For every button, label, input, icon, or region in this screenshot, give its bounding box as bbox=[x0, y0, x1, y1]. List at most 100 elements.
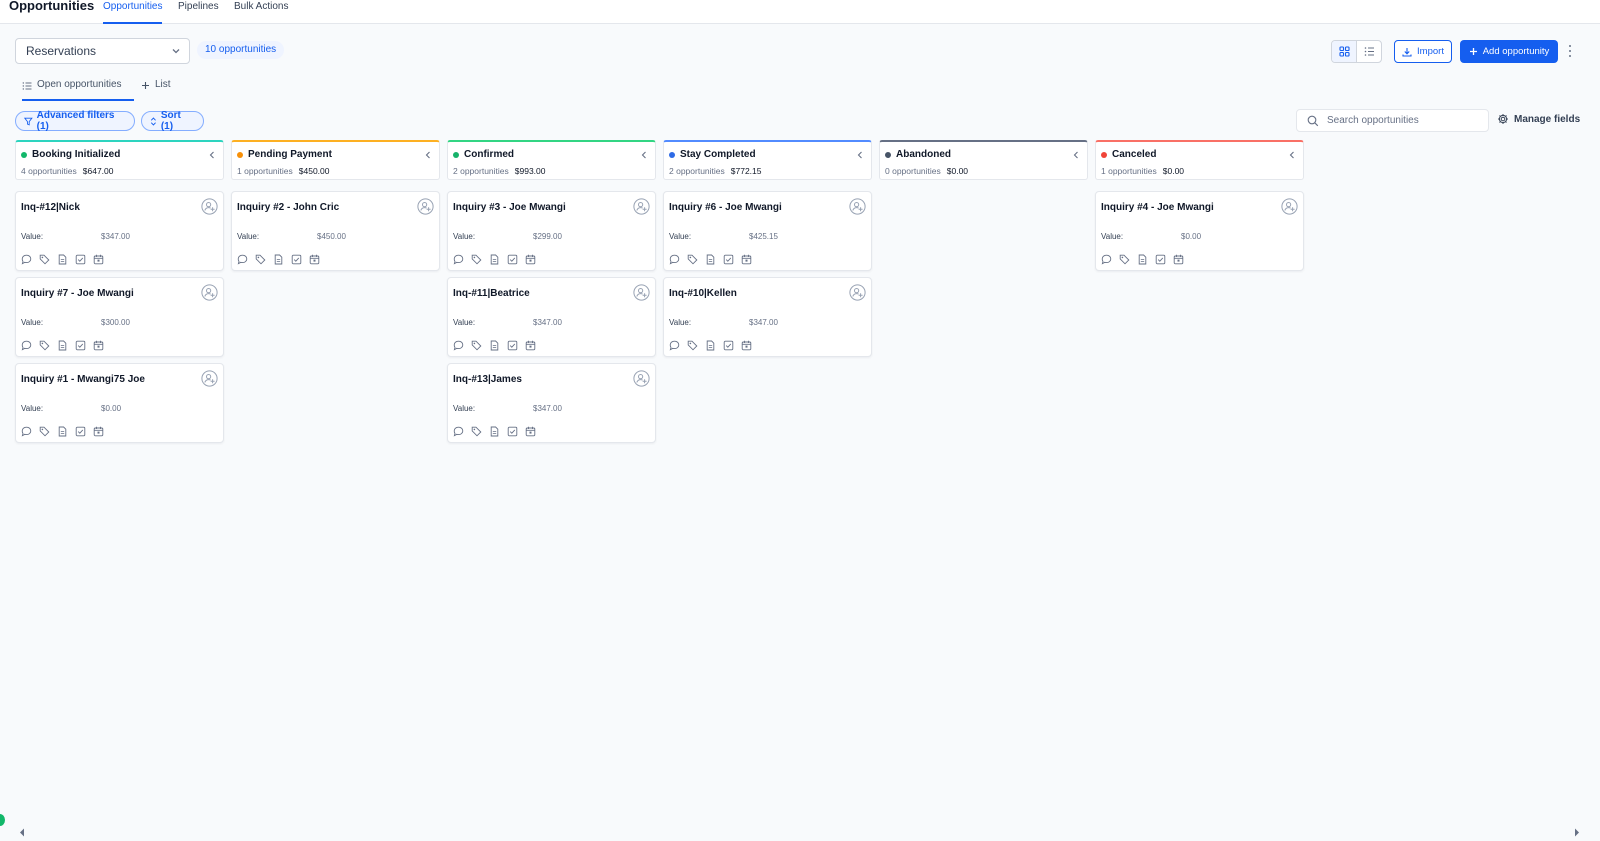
tag-icon[interactable] bbox=[471, 424, 482, 437]
opportunity-title[interactable]: Inquiry #2 - John Cric bbox=[237, 202, 339, 213]
chat-icon[interactable] bbox=[21, 338, 32, 351]
opportunity-title[interactable]: Inquiry #7 - Joe Mwangi bbox=[21, 288, 134, 299]
tab-opportunities[interactable]: Opportunities bbox=[103, 1, 163, 24]
tag-icon[interactable] bbox=[687, 338, 698, 351]
calendar-icon[interactable] bbox=[741, 252, 752, 265]
chat-icon[interactable] bbox=[21, 424, 32, 437]
tag-icon[interactable] bbox=[255, 252, 266, 265]
opportunity-card[interactable]: Inquiry #2 - John Cric Value: $450.00 bbox=[231, 191, 440, 271]
sort-button[interactable]: Sort (1) bbox=[141, 110, 204, 132]
assign-user-icon[interactable] bbox=[201, 284, 218, 301]
document-icon[interactable] bbox=[489, 424, 500, 437]
assign-user-icon[interactable] bbox=[201, 198, 218, 215]
opportunity-card[interactable]: Inquiry #7 - Joe Mwangi Value: $300.00 bbox=[15, 277, 224, 357]
opportunity-card[interactable]: Inq-#10|Kellen Value: $347.00 bbox=[663, 277, 872, 357]
tab-pipelines[interactable]: Pipelines bbox=[178, 1, 219, 24]
opportunity-card[interactable]: Inquiry #3 - Joe Mwangi Value: $299.00 bbox=[447, 191, 656, 271]
pipeline-select[interactable]: Reservations bbox=[15, 38, 190, 64]
assign-user-icon[interactable] bbox=[849, 284, 866, 301]
search-opportunities-input[interactable]: Search opportunities bbox=[1296, 109, 1489, 132]
chat-icon[interactable] bbox=[1101, 252, 1112, 265]
calendar-icon[interactable] bbox=[309, 252, 320, 265]
opportunity-title[interactable]: Inquiry #3 - Joe Mwangi bbox=[453, 202, 566, 213]
assign-user-icon[interactable] bbox=[201, 370, 218, 387]
assign-user-icon[interactable] bbox=[1281, 198, 1298, 215]
calendar-icon[interactable] bbox=[93, 252, 104, 265]
document-icon[interactable] bbox=[489, 252, 500, 265]
calendar-icon[interactable] bbox=[1173, 252, 1184, 265]
opportunity-title[interactable]: Inq-#10|Kellen bbox=[669, 288, 737, 299]
document-icon[interactable] bbox=[273, 252, 284, 265]
calendar-icon[interactable] bbox=[93, 424, 104, 437]
subtab-open-opportunities[interactable]: Open opportunities bbox=[22, 79, 134, 101]
list-view-button[interactable] bbox=[1356, 41, 1381, 62]
opportunity-title[interactable]: Inquiry #1 - Mwangi75 Joe bbox=[21, 374, 145, 385]
opportunity-title[interactable]: Inq-#12|Nick bbox=[21, 202, 80, 213]
task-icon[interactable] bbox=[723, 338, 734, 351]
opportunity-card[interactable]: Inquiry #1 - Mwangi75 Joe Value: $0.00 bbox=[15, 363, 224, 443]
document-icon[interactable] bbox=[705, 338, 716, 351]
board-view-button[interactable] bbox=[1332, 41, 1357, 62]
tag-icon[interactable] bbox=[471, 338, 482, 351]
opportunity-card[interactable]: Inquiry #6 - Joe Mwangi Value: $425.15 bbox=[663, 191, 872, 271]
tag-icon[interactable] bbox=[471, 252, 482, 265]
chat-icon[interactable] bbox=[669, 338, 680, 351]
tag-icon[interactable] bbox=[39, 338, 50, 351]
manage-fields-button[interactable]: Manage fields bbox=[1497, 113, 1580, 125]
tag-icon[interactable] bbox=[39, 424, 50, 437]
opportunity-title[interactable]: Inquiry #6 - Joe Mwangi bbox=[669, 202, 782, 213]
task-icon[interactable] bbox=[507, 338, 518, 351]
collapse-column-icon[interactable] bbox=[1072, 150, 1080, 160]
opportunity-title[interactable]: Inquiry #4 - Joe Mwangi bbox=[1101, 202, 1214, 213]
collapse-column-icon[interactable] bbox=[1288, 150, 1296, 160]
opportunity-title[interactable]: Inq-#11|Beatrice bbox=[453, 288, 530, 299]
document-icon[interactable] bbox=[57, 338, 68, 351]
task-icon[interactable] bbox=[75, 252, 86, 265]
tag-icon[interactable] bbox=[39, 252, 50, 265]
task-icon[interactable] bbox=[75, 338, 86, 351]
assign-user-icon[interactable] bbox=[633, 284, 650, 301]
subtab-list[interactable]: List bbox=[141, 79, 171, 101]
opportunity-card[interactable]: Inq-#13|James Value: $347.00 bbox=[447, 363, 656, 443]
task-icon[interactable] bbox=[75, 424, 86, 437]
document-icon[interactable] bbox=[705, 252, 716, 265]
calendar-icon[interactable] bbox=[93, 338, 104, 351]
assign-user-icon[interactable] bbox=[849, 198, 866, 215]
opportunity-card[interactable]: Inquiry #4 - Joe Mwangi Value: $0.00 bbox=[1095, 191, 1304, 271]
task-icon[interactable] bbox=[507, 252, 518, 265]
chat-icon[interactable] bbox=[453, 424, 464, 437]
document-icon[interactable] bbox=[489, 338, 500, 351]
chat-icon[interactable] bbox=[21, 252, 32, 265]
task-icon[interactable] bbox=[723, 252, 734, 265]
chat-icon[interactable] bbox=[669, 252, 680, 265]
tab-bulk-actions[interactable]: Bulk Actions bbox=[234, 1, 288, 24]
assign-user-icon[interactable] bbox=[633, 370, 650, 387]
more-options-icon[interactable] bbox=[1565, 43, 1575, 59]
calendar-icon[interactable] bbox=[741, 338, 752, 351]
collapse-column-icon[interactable] bbox=[424, 150, 432, 160]
chat-icon[interactable] bbox=[453, 252, 464, 265]
calendar-icon[interactable] bbox=[525, 252, 536, 265]
collapse-column-icon[interactable] bbox=[208, 150, 216, 160]
document-icon[interactable] bbox=[1137, 252, 1148, 265]
opportunity-title[interactable]: Inq-#13|James bbox=[453, 374, 522, 385]
import-button[interactable]: Import bbox=[1394, 40, 1452, 63]
chat-icon[interactable] bbox=[453, 338, 464, 351]
add-opportunity-button[interactable]: Add opportunity bbox=[1460, 40, 1558, 63]
opportunity-card[interactable]: Inq-#12|Nick Value: $347.00 bbox=[15, 191, 224, 271]
scroll-right-icon[interactable] bbox=[1574, 828, 1580, 837]
calendar-icon[interactable] bbox=[525, 338, 536, 351]
opportunity-card[interactable]: Inq-#11|Beatrice Value: $347.00 bbox=[447, 277, 656, 357]
tag-icon[interactable] bbox=[687, 252, 698, 265]
task-icon[interactable] bbox=[1155, 252, 1166, 265]
scroll-left-icon[interactable] bbox=[19, 828, 25, 837]
tag-icon[interactable] bbox=[1119, 252, 1130, 265]
calendar-icon[interactable] bbox=[525, 424, 536, 437]
advanced-filters-button[interactable]: Advanced filters (1) bbox=[15, 110, 135, 132]
chat-icon[interactable] bbox=[237, 252, 248, 265]
collapse-column-icon[interactable] bbox=[856, 150, 864, 160]
assign-user-icon[interactable] bbox=[633, 198, 650, 215]
document-icon[interactable] bbox=[57, 424, 68, 437]
document-icon[interactable] bbox=[57, 252, 68, 265]
task-icon[interactable] bbox=[507, 424, 518, 437]
